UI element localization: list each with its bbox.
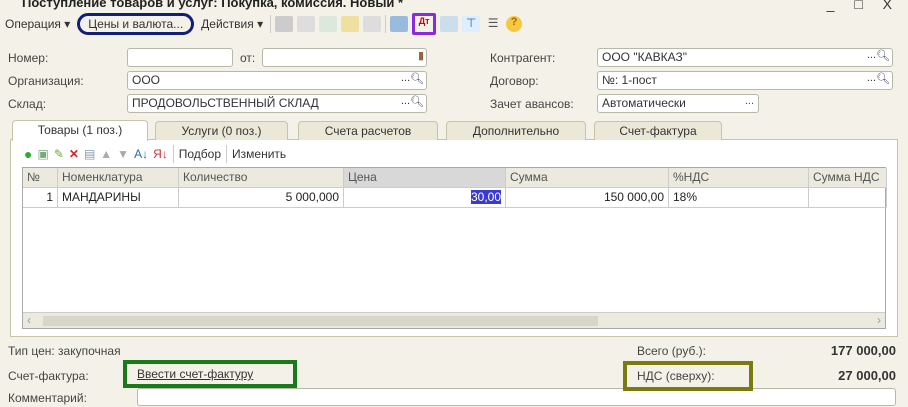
post-icon[interactable] — [275, 16, 294, 32]
tab-additional[interactable]: Дополнительно — [446, 121, 586, 140]
col-quantity[interactable]: Количество — [179, 168, 344, 188]
advance-label: Зачет авансов: — [490, 97, 574, 111]
pick-button[interactable]: Подбор — [179, 147, 221, 161]
cell-vat-rate[interactable]: 18% — [669, 188, 809, 208]
main-toolbar: Операция ▾ Цены и валюта... Действия ▾ Д… — [0, 12, 908, 36]
counterparty-label: Контрагент: — [490, 51, 556, 65]
contract-value: №: 1-пост — [602, 73, 657, 87]
contract-field[interactable]: №: 1-пост... 🔍︎ — [597, 71, 893, 90]
operation-menu[interactable]: Операция ▾ — [2, 15, 73, 33]
separator — [226, 145, 228, 163]
copy-icon[interactable] — [319, 16, 338, 32]
filter-icon[interactable]: ⊤ — [462, 16, 481, 32]
invoice-label: Счет-фактура: — [8, 369, 89, 383]
tab-invoice[interactable]: Счет-фактура — [594, 121, 722, 140]
move-up-icon[interactable]: ▲ — [100, 147, 112, 161]
search-icon[interactable]: 🔍︎ — [876, 72, 890, 85]
number-label: Номер: — [8, 51, 49, 65]
add-icon[interactable]: ● — [24, 146, 32, 162]
scroll-thumb[interactable] — [43, 316, 598, 326]
change-button[interactable]: Изменить — [232, 147, 286, 161]
cell-price[interactable]: 30,00 — [344, 188, 506, 208]
move-down-icon[interactable]: ▼ — [117, 147, 129, 161]
select-button[interactable]: ... — [867, 49, 876, 61]
list-settings-icon[interactable]: ☰ — [484, 16, 502, 32]
sort-asc-icon[interactable]: A↓ — [134, 147, 148, 161]
price-value-selected[interactable]: 30,00 — [470, 190, 501, 204]
advance-field[interactable]: Автоматически... — [597, 94, 759, 113]
cell-vat-sum[interactable] — [809, 188, 887, 208]
select-button[interactable]: ... — [745, 95, 754, 107]
edit-icon[interactable]: ✎ — [54, 147, 64, 161]
copy-row-icon[interactable]: ▣ — [37, 147, 48, 161]
create-based-icon[interactable] — [341, 16, 360, 32]
date-label: от: — [240, 51, 256, 65]
date-field[interactable]: ▮ — [262, 48, 427, 67]
col-sum[interactable]: Сумма — [506, 168, 669, 188]
tab-goods[interactable]: Товары (1 поз.) — [12, 120, 148, 141]
grid-toolbar: ● ▣ ✎ ✕ ▤ ▲ ▼ A↓ Я↓ Подбор Изменить — [24, 145, 286, 163]
counterparty-value: ООО "КАВКАЗ" — [602, 50, 687, 64]
comment-label: Комментарий: — [8, 391, 87, 405]
organization-value: ООО — [132, 73, 161, 87]
tab-services[interactable]: Услуги (0 поз.) — [155, 121, 288, 140]
actions-menu[interactable]: Действия ▾ — [198, 15, 266, 33]
advance-value: Автоматически — [602, 96, 686, 110]
select-button[interactable]: ... — [401, 95, 410, 107]
structure-icon[interactable] — [363, 16, 382, 32]
unpost-icon[interactable] — [297, 16, 316, 32]
goods-table: № Номенклатура Количество Цена Сумма %НД… — [22, 167, 887, 329]
counterparty-field[interactable]: ООО "КАВКАЗ"... 🔍︎ — [597, 48, 893, 67]
col-item[interactable]: Номенклатура — [58, 168, 179, 188]
window-title: Поступление товаров и услуг: Покупка, ко… — [22, 0, 404, 10]
delete-icon[interactable]: ✕ — [69, 147, 79, 161]
col-number[interactable]: № — [23, 168, 58, 188]
cell-number[interactable]: 1 — [23, 188, 58, 208]
sort-desc-icon[interactable]: Я↓ — [153, 147, 168, 161]
prices-currency-button[interactable]: Цены и валюта... — [77, 13, 195, 35]
search-icon[interactable]: 🔍︎ — [410, 72, 424, 85]
vat-value: 27 000,00 — [838, 368, 896, 383]
help-icon[interactable]: ? — [506, 16, 523, 32]
scroll-left-icon[interactable]: ‹ — [27, 313, 31, 327]
invoice-link-box: Ввести счет-фактуру — [123, 360, 297, 388]
total-label: Всего (руб.): — [637, 344, 707, 358]
scroll-right-icon[interactable]: › — [877, 313, 881, 327]
col-vat-rate[interactable]: %НДС — [669, 168, 809, 188]
number-field[interactable] — [127, 48, 233, 67]
report-icon[interactable] — [440, 16, 459, 32]
cell-item[interactable]: МАНДАРИНЫ — [58, 188, 179, 208]
window-controls[interactable]: _ □ X — [827, 0, 900, 12]
warehouse-label: Склад: — [8, 97, 47, 111]
separator — [270, 15, 272, 33]
calendar-icon[interactable]: ▮ — [418, 49, 424, 62]
comment-field[interactable] — [137, 388, 896, 406]
dt-kt-icon[interactable]: Дт — [412, 13, 437, 35]
end-edit-icon[interactable]: ▤ — [84, 147, 95, 161]
total-value: 177 000,00 — [830, 343, 896, 358]
search-icon[interactable]: 🔍︎ — [410, 95, 424, 108]
contract-label: Договор: — [490, 74, 539, 88]
separator — [172, 145, 174, 163]
enter-invoice-link[interactable]: Ввести счет-фактуру — [137, 367, 253, 381]
warehouse-field[interactable]: ПРОДОВОЛЬСТВЕННЫЙ СКЛАД... 🔍︎ — [127, 94, 427, 113]
price-type-text: Тип цен: закупочная — [8, 344, 121, 358]
tab-accounts[interactable]: Счета расчетов — [298, 121, 438, 140]
separator — [385, 15, 387, 33]
select-button[interactable]: ... — [401, 72, 410, 84]
organization-field[interactable]: ООО... 🔍︎ — [127, 71, 427, 90]
cell-quantity[interactable]: 5 000,000 — [179, 188, 344, 208]
cell-sum[interactable]: 150 000,00 — [506, 188, 669, 208]
vat-label-box: НДС (сверху): — [623, 361, 753, 391]
vat-label: НДС (сверху): — [637, 369, 715, 383]
goto-icon[interactable] — [390, 16, 409, 32]
search-icon[interactable]: 🔍︎ — [876, 49, 890, 62]
horizontal-scrollbar[interactable]: ‹ › — [23, 312, 885, 328]
select-button[interactable]: ... — [867, 72, 876, 84]
organization-label: Организация: — [8, 74, 84, 88]
warehouse-value: ПРОДОВОЛЬСТВЕННЫЙ СКЛАД — [132, 96, 319, 110]
col-price[interactable]: Цена — [344, 168, 506, 188]
col-vat-sum[interactable]: Сумма НДС — [809, 168, 887, 188]
